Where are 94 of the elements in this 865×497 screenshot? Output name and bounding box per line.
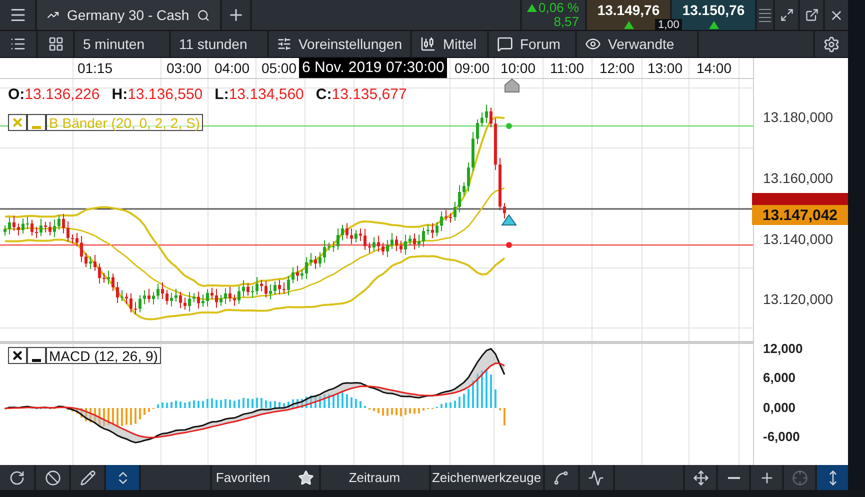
chart-tab[interactable]: Germany 30 - Cash xyxy=(37,0,220,30)
tool-button[interactable] xyxy=(580,465,612,490)
macd-axis-label: 6,000 xyxy=(763,370,796,385)
toolbar-button[interactable]: Mittel xyxy=(412,31,487,57)
pencil-icon xyxy=(80,470,96,486)
drag-handle[interactable] xyxy=(757,0,773,30)
layout-button[interactable] xyxy=(38,31,73,57)
change-value: 8,57 xyxy=(554,15,579,29)
toolbar-button[interactable]: Forum xyxy=(489,31,575,57)
toolbar-button[interactable]: 5 minuten xyxy=(75,31,169,57)
time-axis-label: 05:00 xyxy=(261,60,297,76)
star-icon xyxy=(298,470,314,486)
tool-button[interactable] xyxy=(751,465,782,490)
ohlc-value: 13.135,677 xyxy=(332,86,407,103)
add-tab-button[interactable] xyxy=(222,0,250,30)
speech-bubble-icon xyxy=(497,36,513,52)
price-axis-label: 13.120,000 xyxy=(763,291,834,307)
menu-icon xyxy=(8,6,26,24)
ohlc-key: L: xyxy=(214,86,229,103)
favorites-button[interactable]: Favoriten xyxy=(212,465,318,490)
minimize-icon xyxy=(32,358,41,362)
ohlc-key: O: xyxy=(8,86,25,103)
scroll-marker-icon[interactable] xyxy=(504,78,520,92)
ohlc-key: H: xyxy=(112,86,128,103)
remove-indicator-button[interactable] xyxy=(8,114,27,131)
minimize-indicator-button[interactable] xyxy=(27,114,46,131)
spread-badge: 1,00 xyxy=(655,19,682,31)
time-axis-label: 03:00 xyxy=(166,60,202,76)
macd-axis-label: 0,000 xyxy=(763,400,796,415)
toolbar-button[interactable]: Verwandte xyxy=(577,31,697,57)
price-axis-label: 13.140,000 xyxy=(763,231,834,247)
tool-button[interactable] xyxy=(685,465,716,490)
crosshair-time-label: 6 Nov. 2019 07:30:00 xyxy=(299,58,448,78)
last-price-marker-icon xyxy=(501,214,517,226)
menu-button[interactable] xyxy=(0,0,35,30)
tab-title: Germany 30 - Cash xyxy=(67,7,190,23)
level-dot xyxy=(506,242,512,248)
toolbar-button[interactable]: Zeichenwerkzeuge xyxy=(430,465,542,490)
candlestick-icon xyxy=(420,36,436,52)
zoom-in-icon xyxy=(758,470,774,486)
ohlc-value: 13.136,550 xyxy=(128,86,203,103)
ban-icon xyxy=(44,470,60,486)
time-axis-label: 04:00 xyxy=(214,60,250,76)
grid-icon xyxy=(48,36,64,52)
tool-button[interactable] xyxy=(71,465,104,490)
price-axis-label: 13.160,000 xyxy=(763,170,834,186)
pop-out-icon xyxy=(804,8,818,22)
time-axis-label: 01:15 xyxy=(77,60,113,76)
close-icon xyxy=(11,116,24,129)
refresh-icon xyxy=(9,470,25,486)
price-axis-label: 13.180,000 xyxy=(763,109,834,125)
plus-icon xyxy=(227,6,245,24)
list-icon xyxy=(10,36,26,52)
minimize-indicator-button[interactable] xyxy=(27,347,46,364)
macd-axis-label: -6,000 xyxy=(763,429,800,444)
ohlc-value: 13.134,560 xyxy=(228,86,304,103)
close-button[interactable] xyxy=(825,0,848,30)
settings-button[interactable] xyxy=(815,31,848,57)
time-axis-label: 10:00 xyxy=(500,60,536,76)
pop-out-button[interactable] xyxy=(800,0,823,30)
minus-icon xyxy=(728,476,740,478)
close-icon xyxy=(11,349,24,362)
list-button[interactable] xyxy=(0,31,36,57)
toolbar-button[interactable]: Zeitraum xyxy=(320,465,428,490)
tool-button[interactable] xyxy=(106,465,139,490)
change-percent: 0,06 % xyxy=(538,1,579,15)
time-axis-label: 12:00 xyxy=(599,60,635,76)
toolbar-button[interactable]: 11 stunden xyxy=(171,31,267,57)
crosshair-icon xyxy=(792,470,808,486)
maximize-icon xyxy=(780,8,794,22)
toolbar-button[interactable]: Voreinstellungen xyxy=(269,31,410,57)
time-axis-label: 13:00 xyxy=(647,60,683,76)
settings-icon xyxy=(823,36,840,52)
ohlc-key: C: xyxy=(316,86,332,103)
macd-axis-label: 12,000 xyxy=(763,341,803,356)
current-price-badge: 13.147,042 xyxy=(752,205,848,225)
remove-indicator-button[interactable] xyxy=(8,347,27,364)
maximize-button[interactable] xyxy=(775,0,798,30)
level-dot xyxy=(506,123,512,129)
indicator-label: B Bänder (20, 0, 2, 2, S) xyxy=(46,114,203,131)
time-axis-label: 14:00 xyxy=(696,60,732,76)
ohlc-value: 13.136,226 xyxy=(24,86,100,103)
tool-button[interactable] xyxy=(0,465,34,490)
tool-button[interactable] xyxy=(817,465,848,490)
time-axis-label: 11:00 xyxy=(550,60,584,76)
indicator-label: MACD (12, 26, 9) xyxy=(46,347,161,364)
tool-button[interactable] xyxy=(544,465,578,490)
move-icon xyxy=(692,470,708,486)
minimize-icon xyxy=(32,126,41,128)
time-axis-label: 09:00 xyxy=(454,60,490,76)
sliders-icon xyxy=(277,36,292,52)
tool-button[interactable] xyxy=(36,465,69,490)
eye-icon xyxy=(585,36,601,52)
tool-button[interactable] xyxy=(718,465,749,490)
